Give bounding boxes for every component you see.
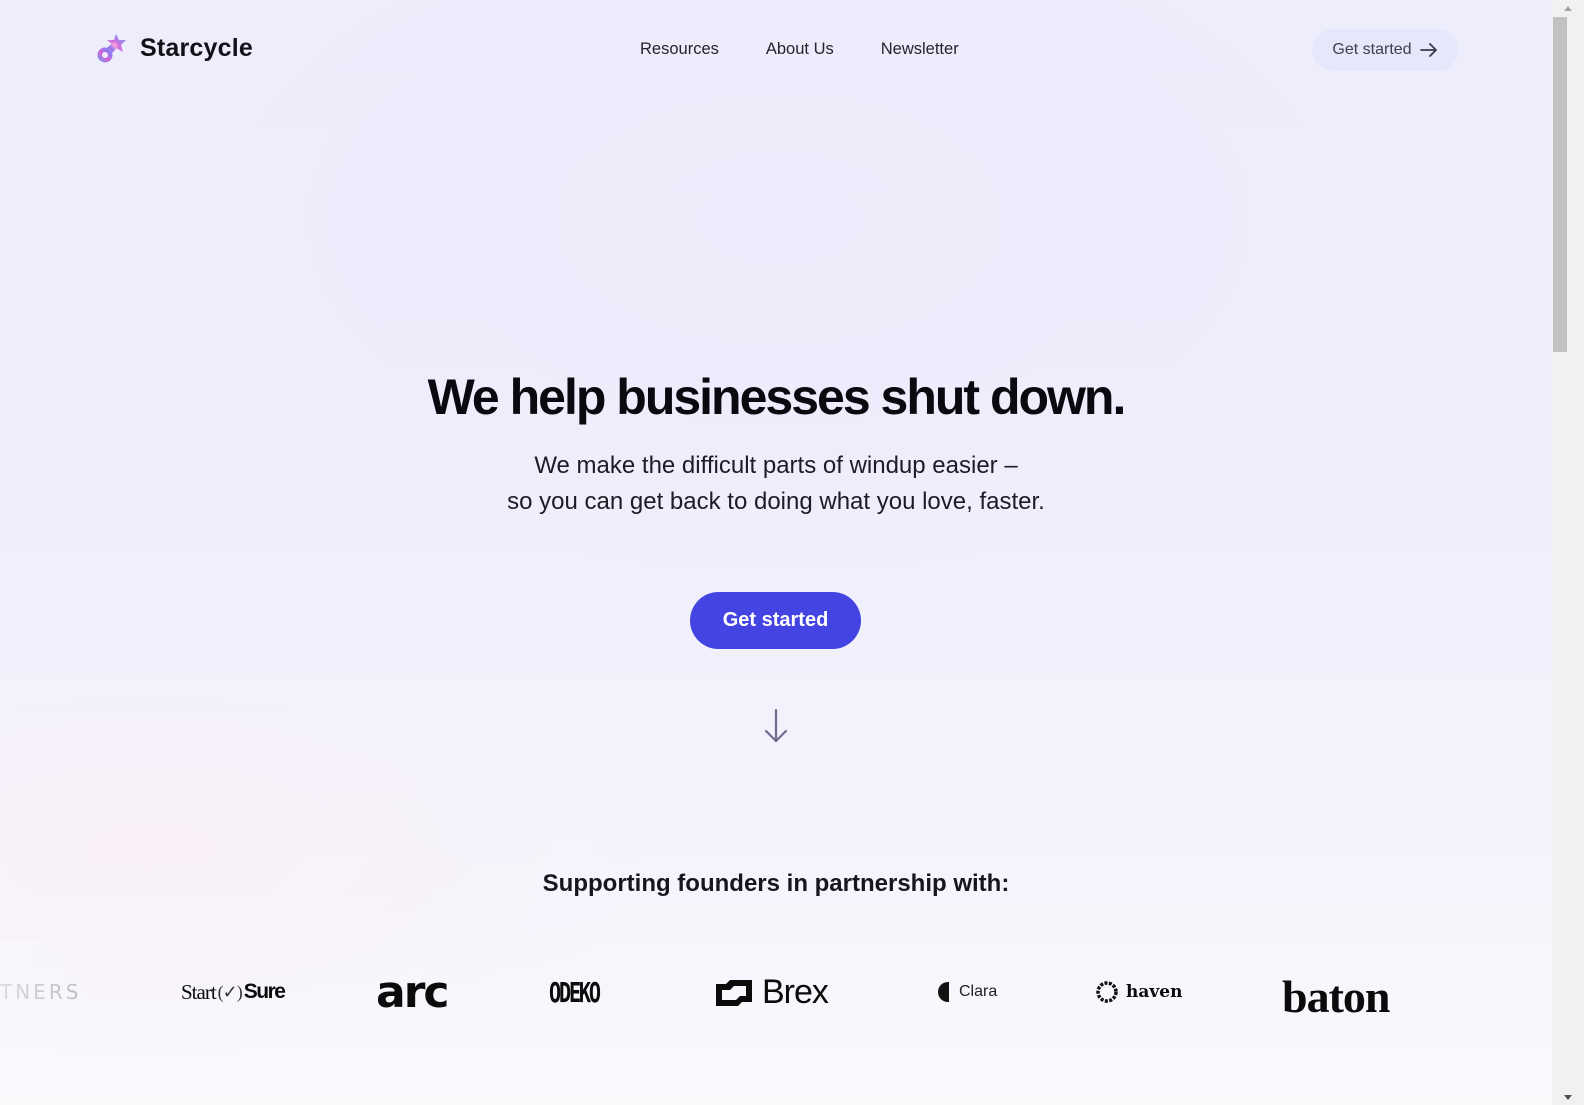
starcycle-logo-icon bbox=[97, 34, 126, 63]
partner-logo-brex-text: Brex bbox=[762, 972, 829, 1011]
partner-logo-clara: Clara bbox=[938, 960, 997, 1024]
header-get-started-button[interactable]: Get started bbox=[1312, 29, 1458, 71]
header-get-started-label: Get started bbox=[1332, 41, 1412, 58]
arrow-right-icon bbox=[1419, 43, 1437, 57]
hero-get-started-button[interactable]: Get started bbox=[690, 592, 861, 649]
hero-subtitle-line-1: We make the difficult parts of windup ea… bbox=[534, 452, 1018, 479]
partner-logo-baton: baton bbox=[1282, 964, 1390, 1028]
partner-logo-brex: Brex bbox=[714, 960, 829, 1024]
site-header: Starcycle Resources About Us Newsletter … bbox=[0, 0, 1552, 100]
nav-newsletter[interactable]: Newsletter bbox=[881, 40, 959, 59]
arrow-down-icon[interactable] bbox=[763, 708, 789, 744]
partner-logo-startsure: Start (✓) Sure bbox=[181, 960, 286, 1024]
startsure-start-text: Start bbox=[181, 979, 217, 1004]
brand-name: Starcycle bbox=[140, 33, 253, 62]
partner-logo-odeko: ODEKO bbox=[549, 960, 601, 1024]
partner-logo-carousel: TNERS Start (✓) Sure arc ODEKO Brex Clar… bbox=[0, 960, 1552, 1030]
brex-mark-icon bbox=[716, 980, 752, 1006]
partner-logo-clara-text: Clara bbox=[959, 983, 998, 1000]
scrollbar-thumb[interactable] bbox=[1553, 17, 1567, 352]
hero-subtitle: We make the difficult parts of windup ea… bbox=[0, 448, 1552, 520]
haven-flower-icon bbox=[1096, 981, 1118, 1003]
partner-logo-baton-text: baton bbox=[1282, 970, 1390, 1022]
partner-logo-odeko-text: ODEKO bbox=[549, 975, 601, 1009]
startsure-sure-text: Sure bbox=[243, 980, 286, 1003]
clara-moon-icon bbox=[938, 982, 949, 1002]
hero-title: We help businesses shut down. bbox=[427, 369, 1127, 425]
landing-page: Starcycle Resources About Us Newsletter … bbox=[0, 0, 1552, 1105]
nav-resources[interactable]: Resources bbox=[640, 40, 719, 59]
partner-logo-haven: haven bbox=[1096, 960, 1182, 1024]
partner-logo-partners-text: TNERS bbox=[0, 980, 82, 1004]
partner-logo-haven-text: haven bbox=[1126, 982, 1183, 1002]
checkmark-icon: (✓) bbox=[217, 981, 243, 1002]
partners-heading: Supporting founders in partnership with: bbox=[542, 870, 1010, 897]
nav-about-us[interactable]: About Us bbox=[766, 40, 834, 59]
brand[interactable]: Starcycle bbox=[94, 30, 253, 66]
scroll-down-icon bbox=[1564, 1094, 1572, 1100]
scroll-up-button[interactable] bbox=[1552, 0, 1584, 16]
main-nav: Resources About Us Newsletter bbox=[640, 40, 959, 59]
scroll-up-icon bbox=[1564, 5, 1572, 11]
partner-logo-arc-text: arc bbox=[376, 966, 449, 1018]
scroll-down-button[interactable] bbox=[1552, 1089, 1584, 1105]
vertical-scrollbar[interactable] bbox=[1552, 0, 1584, 1105]
partner-logo-partners: TNERS bbox=[0, 960, 81, 1024]
partner-logo-arc: arc bbox=[376, 960, 449, 1024]
hero-subtitle-line-2: so you can get back to doing what you lo… bbox=[507, 488, 1045, 515]
